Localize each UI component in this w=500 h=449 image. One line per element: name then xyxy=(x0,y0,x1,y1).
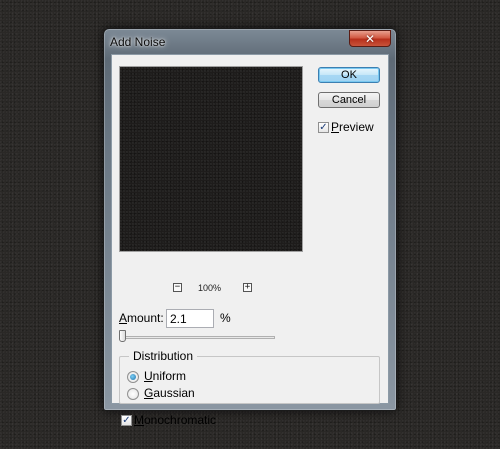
zoom-controls: − 100% + xyxy=(112,283,312,295)
amount-unit: % xyxy=(220,311,231,325)
add-noise-dialog: Add Noise ✕ − 100% + OK Cancel ✓ Preview… xyxy=(103,28,397,427)
gaussian-label[interactable]: Gaussian xyxy=(144,386,195,400)
distribution-title: Distribution xyxy=(129,349,198,363)
monochromatic-checkbox[interactable]: ✓ xyxy=(121,415,132,426)
amount-label: Amount: xyxy=(119,311,164,325)
gaussian-radio[interactable] xyxy=(127,388,139,400)
uniform-label[interactable]: Uniform xyxy=(144,369,186,383)
amount-slider-thumb[interactable] xyxy=(119,330,126,342)
close-icon: ✕ xyxy=(364,31,376,46)
preview-checkbox[interactable]: ✓ xyxy=(318,122,329,133)
check-icon: ✓ xyxy=(122,415,131,426)
zoom-in-button[interactable]: + xyxy=(243,283,252,292)
title-bar[interactable]: Add Noise ✕ xyxy=(104,29,396,53)
check-icon: ✓ xyxy=(319,122,328,133)
monochromatic-label[interactable]: Monochromatic xyxy=(134,413,216,427)
cancel-button[interactable]: Cancel xyxy=(318,92,380,108)
preview-label[interactable]: Preview xyxy=(331,120,374,134)
dialog-content: − 100% + OK Cancel ✓ Preview Amount: % D… xyxy=(111,54,389,427)
zoom-level: 100% xyxy=(198,283,222,293)
zoom-out-button[interactable]: − xyxy=(173,283,182,292)
dialog-title: Add Noise xyxy=(110,35,166,49)
distribution-group: Distribution Uniform Gaussian xyxy=(119,349,380,404)
ok-button[interactable]: OK xyxy=(318,67,380,83)
amount-input[interactable] xyxy=(166,309,214,328)
preview-image[interactable] xyxy=(119,66,303,252)
close-button[interactable]: ✕ xyxy=(349,30,391,47)
uniform-radio[interactable] xyxy=(127,371,139,383)
minus-icon: − xyxy=(174,282,181,292)
plus-icon: + xyxy=(244,282,251,292)
amount-slider[interactable] xyxy=(123,336,275,339)
